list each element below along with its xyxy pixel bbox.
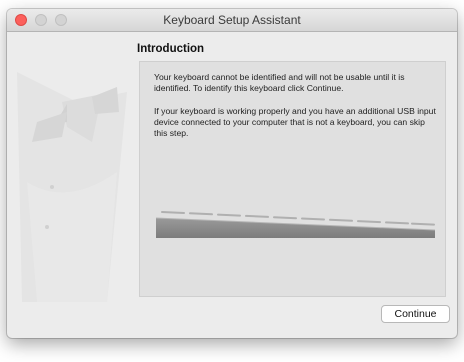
tuxedo-illustration	[7, 32, 147, 312]
keyboard-illustration	[155, 211, 436, 238]
continue-button[interactable]: Continue	[381, 305, 450, 323]
window-title: Keyboard Setup Assistant	[163, 13, 301, 27]
title-bar[interactable]: Keyboard Setup Assistant	[7, 9, 457, 32]
skip-paragraph: If your keyboard is working properly and…	[154, 106, 436, 138]
page-heading: Introduction	[137, 43, 205, 55]
content-panel: Your keyboard cannot be identified and w…	[139, 61, 446, 297]
keyboard-setup-window: Keyboard Setup Assistant Introduction Yo…	[7, 9, 457, 338]
intro-paragraph: Your keyboard cannot be identified and w…	[154, 72, 405, 93]
